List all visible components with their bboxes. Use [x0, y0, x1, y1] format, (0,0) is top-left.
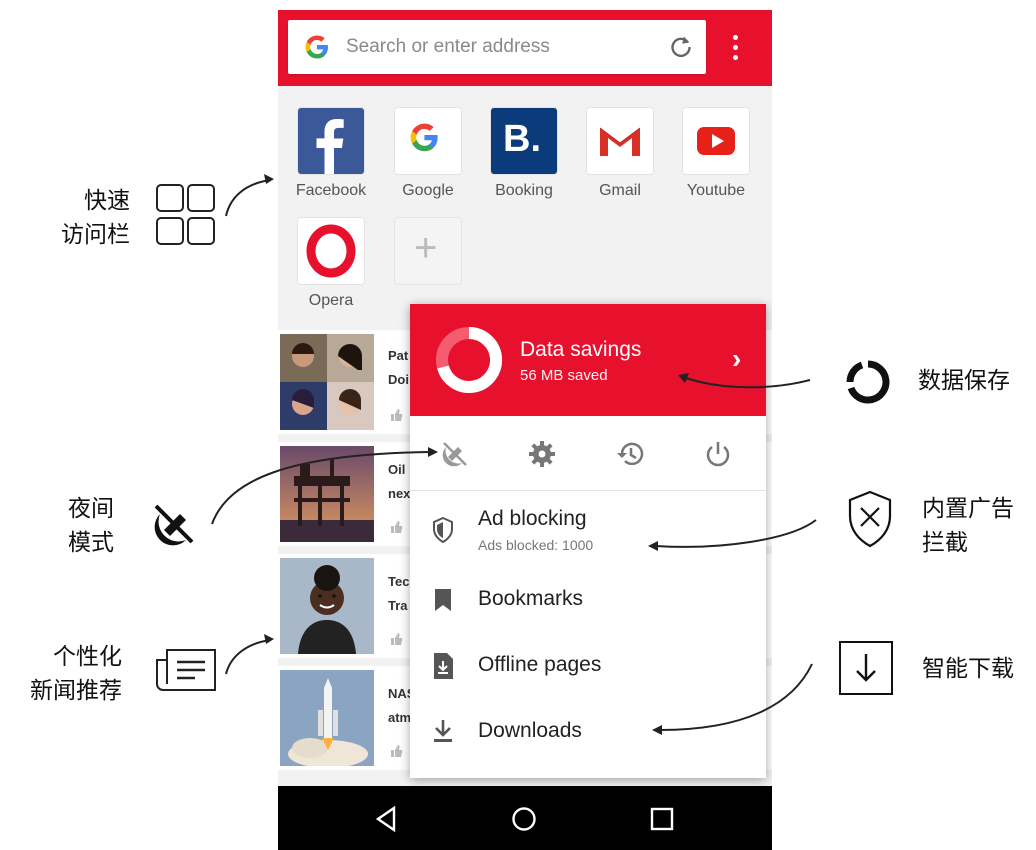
more-options-icon[interactable] [730, 35, 740, 63]
speed-dial-gmail[interactable] [587, 108, 653, 174]
annotation-text: 拦截 [922, 530, 968, 556]
night-mode-icon [154, 504, 194, 546]
menu-item-label: Ad blocking [478, 507, 587, 530]
search-placeholder: Search or enter address [346, 36, 550, 57]
thumbs-up-icon[interactable] [390, 744, 404, 758]
menu-item-label: Bookmarks [478, 587, 584, 610]
power-icon[interactable] [703, 439, 733, 469]
tile-label: Booking [495, 182, 553, 199]
news-thumbnail [280, 334, 374, 430]
facebook-icon [316, 119, 344, 174]
news-title: Tra [388, 598, 408, 613]
reload-icon[interactable] [666, 32, 696, 62]
add-speed-dial-button[interactable]: + [395, 218, 461, 284]
annotation-speed-dial: 快速 访问栏 [60, 184, 130, 252]
annotation-ad-block: 内置广告 拦截 [922, 492, 1014, 560]
download-icon [434, 720, 452, 742]
speed-dial-opera[interactable] [298, 218, 364, 284]
arrow-news [225, 634, 274, 675]
annotation-text: 夜间 [68, 496, 114, 522]
thumbs-up-icon[interactable] [390, 632, 404, 646]
arrow-speed-dial [225, 174, 274, 217]
news-thumbnail [280, 670, 374, 768]
annotation-night-mode: 夜间 模式 [68, 492, 114, 560]
opera-icon [306, 224, 356, 278]
tile-label: Opera [308, 292, 354, 309]
data-savings-subtitle: 56 MB saved [520, 367, 608, 384]
data-savings-ring-icon [846, 360, 890, 404]
google-icon [410, 123, 438, 152]
speed-dial-google[interactable] [395, 108, 461, 174]
annotation-text: 访问栏 [61, 222, 130, 248]
annotation-text: 模式 [68, 530, 114, 556]
annotation-text: 个性化 [53, 644, 122, 670]
booking-icon: B. [503, 118, 541, 160]
grid-icon [156, 184, 215, 245]
speed-dial-facebook[interactable] [298, 108, 364, 174]
youtube-icon [697, 127, 735, 155]
annotation-data-saving: 数据保存 [918, 368, 1010, 394]
gmail-icon [599, 127, 641, 156]
data-savings-ring-icon [436, 326, 503, 393]
annotation-text: 快速 [84, 188, 130, 214]
offline-page-icon [434, 653, 453, 679]
data-savings-title: Data savings [520, 338, 642, 361]
bookmark-icon [435, 589, 451, 611]
annotation-download: 智能下载 [922, 656, 1014, 682]
speed-dial-youtube[interactable] [683, 108, 749, 174]
history-icon[interactable] [615, 439, 645, 469]
home-icon[interactable] [511, 806, 537, 832]
menu-item-label: Offline pages [478, 653, 602, 676]
news-title: Doi [388, 372, 409, 387]
thumbs-up-icon[interactable] [390, 408, 404, 422]
annotation-text: 内置广告 [922, 496, 1014, 522]
google-search-icon [302, 32, 332, 62]
arrow-ad-block [648, 519, 817, 551]
data-savings-button[interactable]: Data savings 56 MB saved › [410, 304, 766, 416]
arrow-night-mode [211, 447, 438, 525]
annotation-text: 新闻推荐 [30, 678, 122, 704]
news-thumbnail [280, 558, 374, 654]
back-icon[interactable] [374, 806, 398, 832]
download-box-icon [839, 641, 893, 695]
news-icon [156, 649, 216, 691]
news-title: Tec [388, 574, 410, 589]
shield-x-icon [848, 490, 892, 548]
menu-item-bookmarks[interactable]: Bookmarks [410, 570, 766, 632]
settings-icon[interactable] [527, 439, 557, 469]
search-input[interactable]: Search or enter address [288, 20, 706, 74]
news-title: Pat [388, 348, 409, 363]
menu-item-label: Downloads [478, 719, 582, 742]
speed-dial: Facebook Google B. Booking Gmail Youtube… [278, 86, 772, 318]
menu-icon-row [410, 416, 766, 491]
android-nav-bar [278, 786, 772, 850]
arrow-download [652, 663, 813, 735]
speed-dial-booking[interactable]: B. [491, 108, 557, 174]
tile-label: Facebook [295, 182, 367, 199]
menu-item-sublabel: Ads blocked: 1000 [478, 537, 594, 553]
plus-icon: + [414, 226, 438, 270]
address-bar-container: Search or enter address [278, 10, 772, 86]
tile-label: Youtube [686, 182, 746, 199]
tile-label: Gmail [599, 182, 641, 199]
recent-apps-icon[interactable] [650, 807, 674, 831]
news-title: atm [388, 710, 412, 725]
tile-label: Google [402, 182, 454, 199]
arrow-data-saving [678, 373, 811, 389]
annotation-news: 个性化 新闻推荐 [10, 640, 122, 708]
